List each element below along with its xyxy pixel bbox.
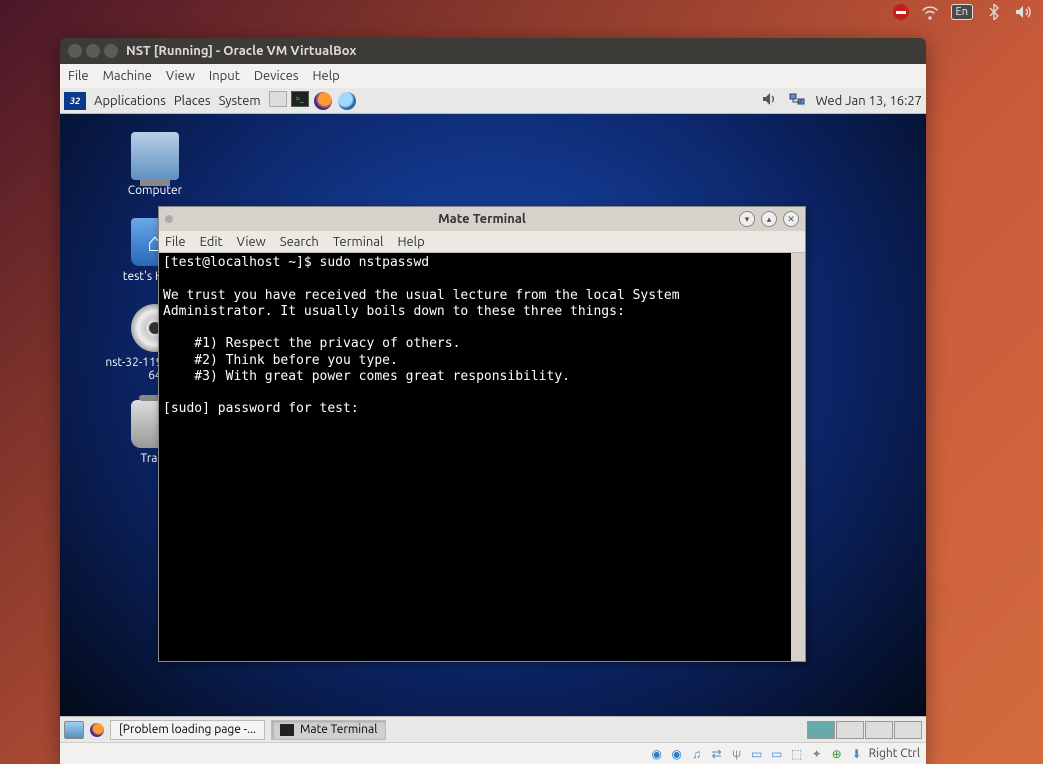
vbox-menu-input[interactable]: Input [209, 69, 240, 83]
workspace-switcher[interactable] [807, 721, 922, 739]
vbox-menu-devices[interactable]: Devices [254, 69, 299, 83]
status-hostkey-icon[interactable]: ⬇ [849, 747, 865, 761]
sound-icon[interactable] [762, 92, 778, 109]
terminal-minimize-button[interactable]: ▾ [739, 211, 755, 227]
guest-screen: 32 Applications Places System >_ Wed Jan… [60, 88, 926, 742]
workspace-1[interactable] [807, 721, 835, 739]
computer-icon [131, 132, 179, 180]
taskbar-item-firefox[interactable]: [Problem loading page -... [110, 720, 265, 740]
status-usb-icon[interactable]: ψ [729, 747, 745, 761]
terminal-menu-search[interactable]: Search [280, 235, 319, 249]
terminal-menu-help[interactable]: Help [397, 235, 424, 249]
terminal-window: Mate Terminal ▾ ▴ ✕ File Edit View Searc… [158, 206, 806, 662]
guest-menu-places[interactable]: Places [174, 94, 211, 108]
terminal-launcher-icon[interactable]: >_ [291, 91, 309, 107]
nst-logo-icon[interactable]: 32 [64, 92, 86, 110]
close-button[interactable] [68, 44, 82, 58]
wifi-icon[interactable] [921, 3, 939, 21]
status-hostkey-label: Right Ctrl [869, 747, 920, 760]
vbox-menu-help[interactable]: Help [313, 69, 340, 83]
terminal-scrollbar[interactable] [791, 253, 805, 661]
no-entry-icon[interactable] [893, 4, 909, 20]
vbox-menu-view[interactable]: View [166, 69, 195, 83]
firefox-task-icon[interactable] [90, 723, 104, 737]
status-display-icon[interactable]: ▭ [769, 747, 785, 761]
workspace-4[interactable] [894, 721, 922, 739]
terminal-menu-icon[interactable] [165, 215, 173, 223]
guest-top-panel: 32 Applications Places System >_ Wed Jan… [60, 88, 926, 114]
thunderbird-icon[interactable] [337, 91, 357, 111]
firefox-icon[interactable] [313, 91, 333, 111]
status-vrde-icon[interactable]: ✦ [809, 747, 825, 761]
status-recording-icon[interactable]: ⬚ [789, 747, 805, 761]
show-desktop-icon[interactable] [64, 721, 84, 739]
file-manager-icon[interactable] [269, 91, 287, 107]
bluetooth-icon[interactable] [985, 3, 1003, 21]
status-shared-folders-icon[interactable]: ▭ [749, 747, 765, 761]
volume-icon[interactable] [1015, 3, 1033, 21]
terminal-titlebar[interactable]: Mate Terminal ▾ ▴ ✕ [159, 207, 805, 231]
taskbar-item-label: [Problem loading page -... [119, 723, 256, 736]
desktop-icon-computer[interactable]: Computer [110, 132, 200, 197]
vbox-menu-machine[interactable]: Machine [103, 69, 152, 83]
terminal-maximize-button[interactable]: ▴ [761, 211, 777, 227]
guest-menu-system[interactable]: System [219, 94, 261, 108]
terminal-body[interactable]: [test@localhost ~]$ sudo nstpasswd We tr… [159, 253, 805, 661]
host-top-panel: En [883, 0, 1043, 24]
guest-menu-applications[interactable]: Applications [94, 94, 166, 108]
terminal-task-icon [280, 724, 294, 736]
terminal-menubar: File Edit View Search Terminal Help [159, 231, 805, 253]
maximize-button[interactable] [104, 44, 118, 58]
taskbar-item-terminal[interactable]: Mate Terminal [271, 720, 386, 740]
status-guest-additions-icon[interactable]: ⊕ [829, 747, 845, 761]
terminal-title: Mate Terminal [438, 212, 526, 226]
terminal-menu-file[interactable]: File [165, 235, 186, 249]
terminal-menu-edit[interactable]: Edit [200, 235, 223, 249]
status-audio-icon[interactable]: ♫ [689, 747, 705, 761]
workspace-3[interactable] [865, 721, 893, 739]
vbox-menu-file[interactable]: File [68, 69, 89, 83]
terminal-menu-view[interactable]: View [237, 235, 266, 249]
virtualbox-menubar: File Machine View Input Devices Help [60, 64, 926, 88]
taskbar-item-label: Mate Terminal [300, 723, 377, 736]
keyboard-lang-indicator[interactable]: En [951, 4, 973, 20]
virtualbox-titlebar[interactable]: NST [Running] - Oracle VM VirtualBox [60, 38, 926, 64]
virtualbox-title: NST [Running] - Oracle VM VirtualBox [126, 44, 356, 58]
status-optical-icon[interactable]: ◉ [669, 747, 685, 761]
terminal-menu-terminal[interactable]: Terminal [333, 235, 384, 249]
virtualbox-statusbar: ◉ ◉ ♫ ⇄ ψ ▭ ▭ ⬚ ✦ ⊕ ⬇ Right Ctrl [60, 742, 926, 764]
network-icon[interactable] [788, 92, 806, 109]
guest-clock[interactable]: Wed Jan 13, 16:27 [816, 94, 922, 108]
minimize-button[interactable] [86, 44, 100, 58]
workspace-2[interactable] [836, 721, 864, 739]
status-network-icon[interactable]: ⇄ [709, 747, 725, 761]
guest-taskbar: [Problem loading page -... Mate Terminal [60, 716, 926, 742]
status-hdd-icon[interactable]: ◉ [649, 747, 665, 761]
virtualbox-window: NST [Running] - Oracle VM VirtualBox Fil… [60, 38, 926, 764]
terminal-close-button[interactable]: ✕ [783, 211, 799, 227]
